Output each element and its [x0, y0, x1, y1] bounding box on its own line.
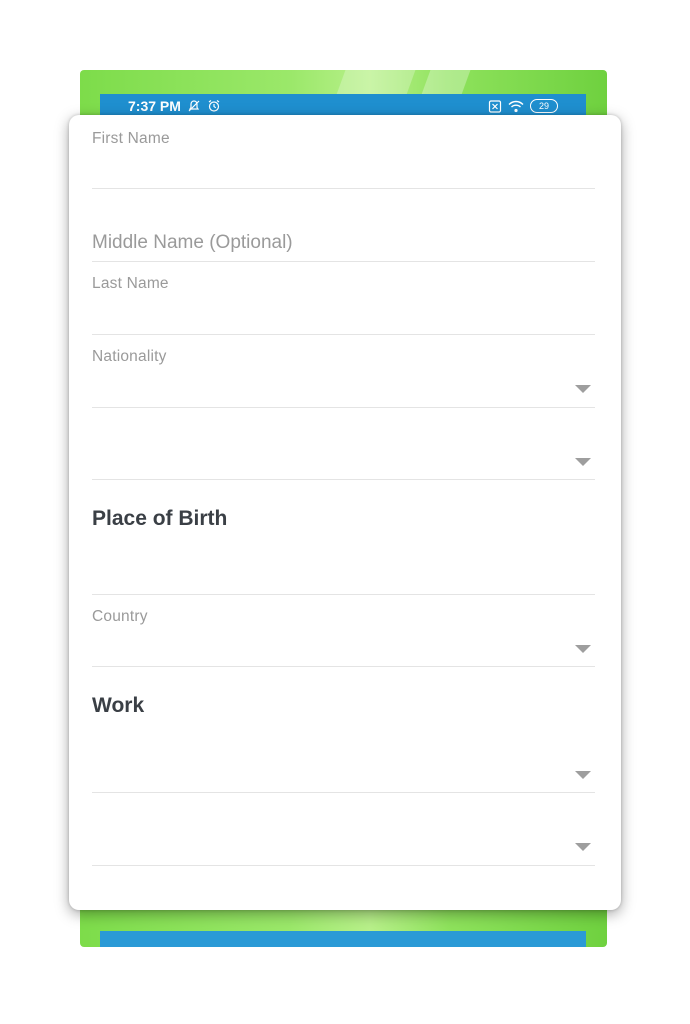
middle-name-placeholder: Middle Name (Optional): [92, 232, 293, 253]
middle-name-field[interactable]: Middle Name (Optional): [92, 189, 595, 262]
secondary-dropdown[interactable]: [92, 408, 595, 480]
work-dropdown-2[interactable]: [92, 793, 595, 866]
personal-details-form: First Name Middle Name (Optional) Last N…: [69, 115, 621, 910]
last-name-field[interactable]: Last Name: [92, 262, 595, 335]
place-of-birth-heading: Place of Birth: [92, 507, 228, 530]
place-of-birth-input[interactable]: [92, 555, 595, 595]
nationality-dropdown[interactable]: Nationality: [92, 335, 595, 408]
first-name-label: First Name: [92, 130, 170, 147]
status-time: 7:37 PM: [128, 98, 181, 114]
chevron-down-icon: [575, 645, 591, 653]
chevron-down-icon: [575, 771, 591, 779]
nationality-label: Nationality: [92, 348, 167, 365]
notifications-off-icon: [187, 99, 201, 113]
status-left: 7:37 PM: [128, 98, 221, 114]
first-name-field[interactable]: First Name: [92, 115, 595, 189]
screen: 7:37 PM 29 First Name Middle Name (Optio…: [0, 0, 690, 1024]
country-label: Country: [92, 608, 148, 625]
country-dropdown[interactable]: Country: [92, 595, 595, 667]
status-right: 29: [488, 99, 558, 113]
wifi-icon: [508, 100, 524, 113]
chevron-down-icon: [575, 458, 591, 466]
last-name-label: Last Name: [92, 275, 169, 292]
work-dropdown-1[interactable]: [92, 735, 595, 793]
battery-icon: 29: [530, 99, 558, 113]
chevron-down-icon: [575, 385, 591, 393]
sim-off-icon: [488, 99, 502, 113]
background-bottom-bar: [100, 931, 586, 947]
work-heading: Work: [92, 694, 145, 717]
alarm-icon: [207, 99, 221, 113]
chevron-down-icon: [575, 843, 591, 851]
